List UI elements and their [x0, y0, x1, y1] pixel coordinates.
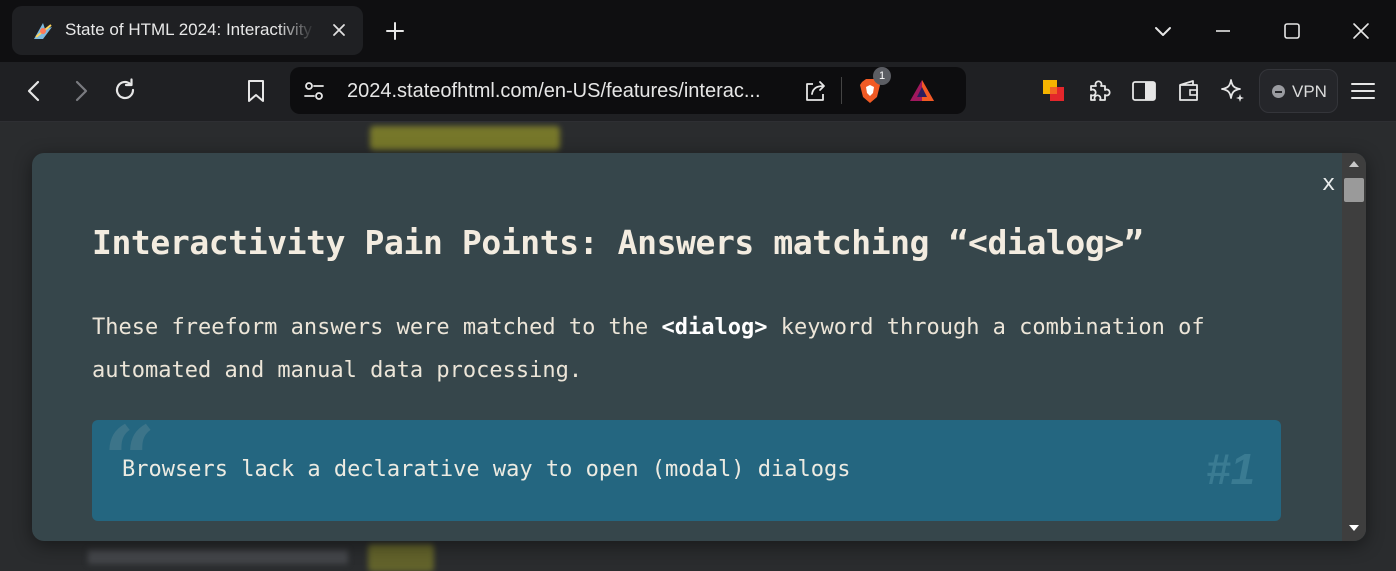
- site-settings-icon[interactable]: [300, 77, 328, 105]
- maximize-icon[interactable]: [1279, 18, 1305, 44]
- vpn-label: VPN: [1292, 82, 1327, 101]
- divider: [841, 77, 842, 104]
- address-bar[interactable]: 2024.stateofhtml.com/en-US/features/inte…: [290, 67, 966, 114]
- share-icon[interactable]: [802, 77, 830, 105]
- vpn-button[interactable]: VPN: [1259, 69, 1338, 113]
- plus-icon[interactable]: [383, 19, 407, 43]
- chevron-down-icon[interactable]: [1150, 18, 1176, 44]
- background-page-content: [368, 544, 434, 571]
- close-window-icon[interactable]: [1348, 18, 1374, 44]
- answer-card: “ #1 Browsers lack a declarative way to …: [92, 420, 1281, 521]
- browser-toolbar: 2024.stateofhtml.com/en-US/features/inte…: [0, 62, 1396, 122]
- background-page-content: [88, 550, 348, 564]
- tab-title: State of HTML 2024: Interactivity: [65, 20, 312, 39]
- modal-scrollbar[interactable]: [1342, 153, 1366, 541]
- minimize-icon[interactable]: [1210, 18, 1236, 44]
- keyword: <dialog>: [661, 315, 768, 340]
- sidebar-icon[interactable]: [1130, 77, 1158, 105]
- page-viewport: x Interactivity Pain Points: Answers mat…: [0, 122, 1396, 571]
- url-text[interactable]: 2024.stateofhtml.com/en-US/features/inte…: [347, 80, 787, 103]
- modal-close-button[interactable]: x: [1322, 171, 1335, 196]
- browser-titlebar: State of HTML 2024: Interactivity: [0, 0, 1396, 62]
- browser-tab-active[interactable]: State of HTML 2024: Interactivity: [12, 6, 363, 55]
- shields-count-badge: 1: [873, 67, 891, 85]
- back-icon[interactable]: [21, 77, 49, 105]
- leo-ai-icon[interactable]: [1219, 76, 1247, 104]
- vpn-status-icon: [1272, 85, 1285, 98]
- answer-text: Browsers lack a declarative way to open …: [122, 457, 851, 482]
- scrollbar-thumb[interactable]: [1344, 178, 1364, 202]
- bookmark-icon[interactable]: [242, 77, 270, 105]
- forward-icon[interactable]: [66, 77, 94, 105]
- answer-rank: #1: [1206, 445, 1255, 494]
- modal-title: Interactivity Pain Points: Answers match…: [92, 223, 1144, 262]
- puzzle-icon[interactable]: [1085, 77, 1113, 105]
- reload-icon[interactable]: [111, 76, 139, 104]
- wallet-icon[interactable]: [1175, 77, 1203, 105]
- background-page-content: [370, 126, 560, 150]
- modal-description: These freeform answers were matched to t…: [92, 306, 1282, 392]
- extension-icon[interactable]: [1040, 77, 1068, 105]
- scroll-down-arrow-icon[interactable]: [1348, 523, 1360, 533]
- menu-icon[interactable]: [1349, 77, 1377, 105]
- brave-rewards-icon[interactable]: [908, 77, 936, 105]
- answers-modal: x Interactivity Pain Points: Answers mat…: [32, 153, 1366, 541]
- scroll-up-arrow-icon[interactable]: [1348, 159, 1360, 169]
- favicon-icon: [34, 23, 52, 39]
- close-icon[interactable]: [330, 21, 348, 39]
- description-text: These freeform answers were matched to t…: [92, 315, 662, 340]
